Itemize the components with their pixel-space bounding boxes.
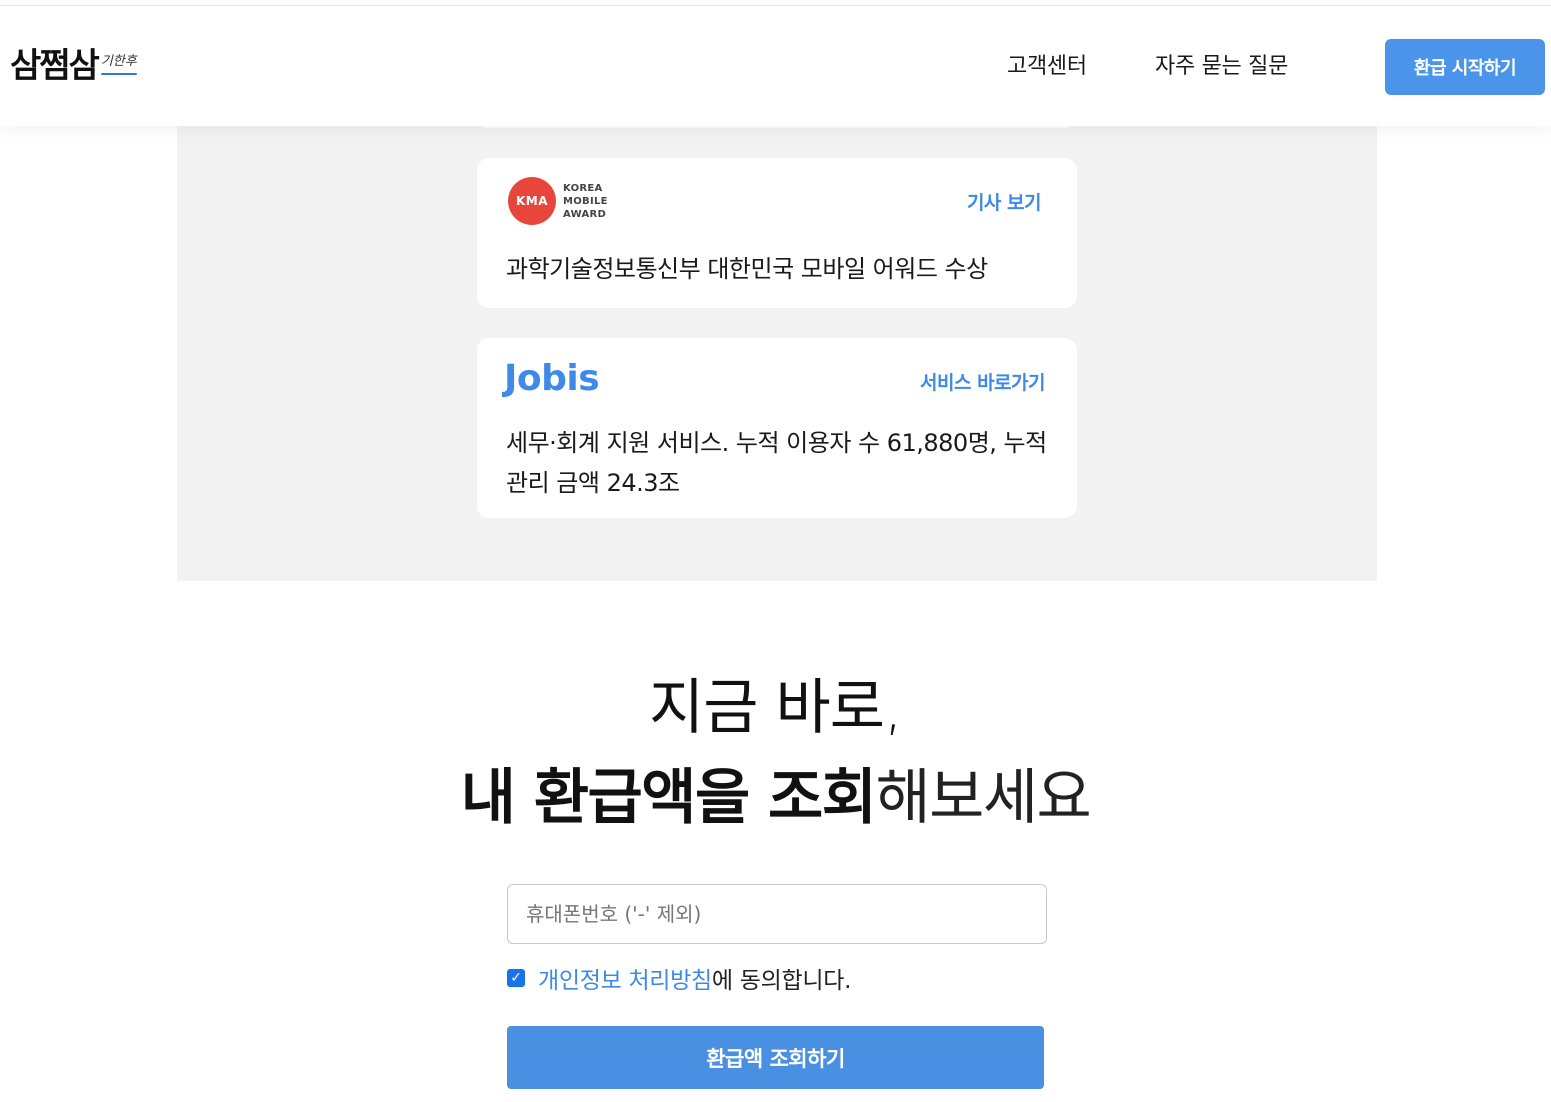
jobis-card: Jobis 서비스 바로가기 세무·회계 지원 서비스. 누적 이용자 수 61… [477, 338, 1077, 518]
cta-heading-line1: 지금 바로, [649, 673, 903, 743]
kma-award-card: KMA KOREA MOBILE AWARD 기사 보기 과학기술정보통신부 대… [477, 158, 1077, 308]
site-logo[interactable]: 삼쩜삼 기한후 [10, 46, 137, 86]
cta-heading-light: 해보세요 [875, 763, 1091, 833]
view-article-link[interactable]: 기사 보기 [967, 188, 1042, 215]
nav-customer-center[interactable]: 고객센터 [1007, 52, 1087, 82]
privacy-policy-link[interactable]: 개인정보 처리방침 [538, 961, 712, 995]
cta-heading-bold: 내 환급액을 조회 [460, 763, 877, 833]
kma-logo-line: KOREA [563, 182, 603, 194]
kma-logo-line: MOBILE [563, 195, 608, 207]
site-header: 삼쩜삼 기한후 고객센터 자주 묻는 질문 환급 시작하기 [0, 6, 1551, 126]
phone-number-input[interactable] [507, 884, 1047, 944]
logo-sub-text: 기한후 [100, 50, 137, 75]
view-service-link[interactable]: 서비스 바로가기 [920, 368, 1045, 395]
kma-logo-mark: KMA [508, 177, 556, 225]
check-refund-button[interactable]: 환급액 조회하기 [507, 1026, 1044, 1089]
nav-faq[interactable]: 자주 묻는 질문 [1155, 52, 1288, 82]
privacy-agree-row[interactable]: ✓ 개인정보 처리방침 에 동의합니다. [507, 962, 851, 994]
kma-logo-line: AWARD [563, 208, 607, 220]
privacy-agree-checkbox[interactable]: ✓ [507, 969, 525, 987]
privacy-agree-text: 에 동의합니다. [711, 968, 852, 994]
jobis-card-description: 세무·회계 지원 서비스. 누적 이용자 수 61,880명, 누적 관리 금액… [506, 429, 1047, 497]
kma-logo: KMA KOREA MOBILE AWARD [508, 177, 608, 225]
cta-heading-line2: 내 환급액을 조회해보세요 [0, 762, 1551, 834]
kma-logo-text: KOREA MOBILE AWARD [563, 182, 608, 221]
logo-main-text: 삼쩜삼 [10, 46, 100, 86]
jobis-logo: Jobis [504, 358, 600, 399]
start-refund-button[interactable]: 환급 시작하기 [1385, 39, 1545, 95]
kma-card-description: 과학기술정보통신부 대한민국 모바일 어워드 수상 [506, 255, 988, 283]
